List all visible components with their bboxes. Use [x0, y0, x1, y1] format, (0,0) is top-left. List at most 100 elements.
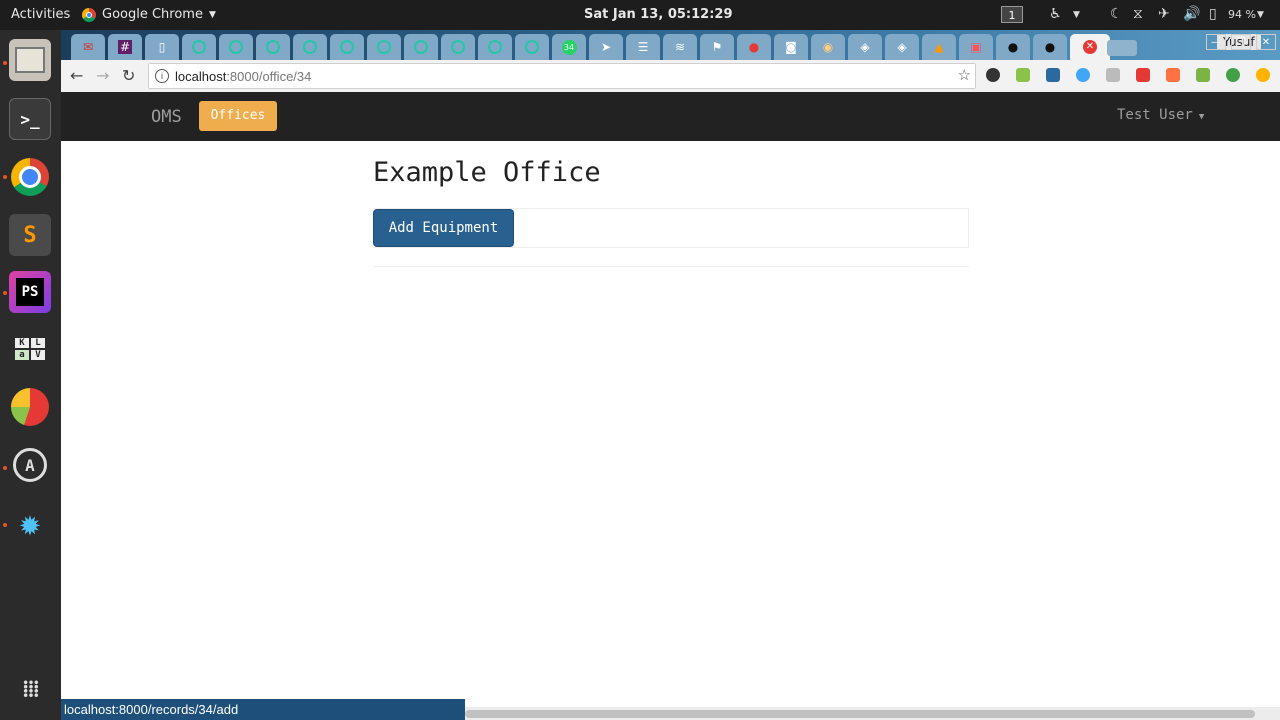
close-window-icon[interactable]: ✕ [1256, 34, 1276, 50]
running-indicator [3, 175, 7, 179]
tab-item[interactable] [330, 34, 364, 60]
extension-icon[interactable] [1136, 68, 1150, 82]
site-icon [340, 40, 354, 54]
info-icon[interactable]: i [155, 69, 169, 83]
palette-icon: ◉ [822, 40, 834, 54]
tab-blank[interactable]: ▯ [145, 34, 179, 60]
tab-item[interactable]: ⚑ [700, 34, 734, 60]
tab-item[interactable] [293, 34, 327, 60]
user-menu-label: Test User [1117, 107, 1193, 123]
tab-whatsapp[interactable]: 34 [552, 34, 586, 60]
address-bar[interactable]: i localhost:8000/office/34 ☆ [148, 63, 976, 89]
tab-item[interactable] [404, 34, 438, 60]
tab-item[interactable]: ➤ [589, 34, 623, 60]
keyboard-layout-icon[interactable]: KL aV [9, 328, 51, 370]
forward-icon[interactable]: → [96, 66, 109, 85]
browser-tab-strip: ✉ # ▯ 34 ➤ ☰ ≋ ⚑ ● ◙ ◉ ◈ ◈ ▲ ▣ ● ● ✕ Yus… [61, 30, 1280, 60]
horizontal-scrollbar[interactable] [465, 707, 1280, 720]
workspace-indicator[interactable]: 1 [1001, 6, 1023, 23]
layers-icon: ◈ [860, 40, 870, 54]
extension-icon[interactable] [1166, 68, 1180, 82]
tab-item[interactable]: ▲ [922, 34, 956, 60]
link-status-bubble: localhost:8000/records/34/add [61, 699, 465, 720]
tab-active[interactable]: ✕ [1070, 34, 1110, 60]
bookmark-star-icon[interactable]: ☆ [958, 66, 971, 84]
app-menu[interactable]: Google Chrome ▼ [82, 7, 216, 22]
tab-item[interactable] [441, 34, 475, 60]
launcher-dock: >_ S PS KL aV A ✹ ⁞⁞⁞ [0, 30, 61, 720]
sublime-text-icon[interactable]: S [9, 214, 51, 256]
tab-item[interactable]: ◙ [774, 34, 808, 60]
grammarly-icon[interactable] [1226, 68, 1240, 82]
tab-item[interactable]: ▣ [959, 34, 993, 60]
layers-icon: ◈ [897, 40, 907, 54]
tab-item[interactable] [478, 34, 512, 60]
url-host: localhost [175, 68, 227, 84]
record-icon: ● [748, 40, 760, 54]
user-menu[interactable]: Test User ▼ [1117, 107, 1204, 123]
running-indicator [3, 291, 7, 295]
reload-icon[interactable]: ↻ [122, 66, 135, 85]
battery-level: 94 % [1228, 8, 1256, 21]
hash-icon: # [117, 40, 133, 54]
accessibility-icon[interactable]: ♿ [1049, 6, 1062, 22]
nav-offices[interactable]: Offices [199, 101, 277, 131]
chevron-down-icon: ▼ [208, 9, 216, 20]
tab-item[interactable]: ☰ [626, 34, 660, 60]
site-icon [229, 40, 243, 54]
network-icon[interactable]: ⧖ [1133, 6, 1143, 22]
system-top-bar: Activities Google Chrome ▼ Sat Jan 13, 0… [0, 0, 1280, 30]
tab-item[interactable] [515, 34, 549, 60]
download-icon[interactable] [1016, 68, 1030, 82]
add-equipment-button[interactable]: Add Equipment [373, 209, 514, 247]
software-updater-icon[interactable]: A [9, 444, 51, 486]
tab-item[interactable]: ◈ [848, 34, 882, 60]
site-icon [266, 40, 280, 54]
extension-icon[interactable] [986, 68, 1000, 82]
tab-item[interactable] [182, 34, 216, 60]
tab-slack[interactable]: # [108, 34, 142, 60]
sync-icon[interactable] [1076, 68, 1090, 82]
battery-icon[interactable]: ▯ [1209, 6, 1217, 22]
back-icon[interactable]: ← [70, 66, 83, 85]
site-icon [192, 40, 206, 54]
phpstorm-icon[interactable]: PS [9, 271, 51, 313]
app-menu-label: Google Chrome [102, 7, 203, 22]
alert-icon[interactable] [1256, 68, 1270, 82]
site-icon [451, 40, 465, 54]
tab-item[interactable] [256, 34, 290, 60]
brand-link[interactable]: OMS [151, 107, 182, 127]
tab-item[interactable]: ◈ [885, 34, 919, 60]
new-tab-button[interactable] [1107, 40, 1137, 56]
laravel-icon: ▣ [970, 40, 982, 54]
flag-icon: ⚑ [711, 40, 723, 54]
app-navbar: OMS Offices Test User ▼ [61, 92, 1280, 141]
clock[interactable]: Sat Jan 13, 05:12:29 [584, 7, 733, 22]
extension-icon[interactable] [1106, 68, 1120, 82]
tab-github[interactable]: ● [996, 34, 1030, 60]
volume-icon[interactable]: 🔊 [1183, 6, 1200, 22]
disk-usage-icon[interactable] [9, 386, 51, 428]
splash-app-icon[interactable]: ✹ [9, 502, 51, 544]
maximize-icon[interactable]: ❐ [1231, 34, 1251, 50]
extension-icon[interactable] [1196, 68, 1210, 82]
tab-item[interactable] [219, 34, 253, 60]
tab-gmail[interactable]: ✉ [71, 34, 105, 60]
tab-item[interactable] [367, 34, 401, 60]
show-applications-icon[interactable]: ⁞⁞⁞ [9, 668, 51, 710]
send-icon: ➤ [600, 40, 612, 54]
tab-item[interactable]: ≋ [663, 34, 697, 60]
minimize-icon[interactable]: — [1206, 34, 1226, 50]
tab-item[interactable]: ● [737, 34, 771, 60]
terminal-icon[interactable]: >_ [9, 98, 51, 140]
activities-button[interactable]: Activities [11, 7, 70, 22]
tab-item[interactable]: ◉ [811, 34, 845, 60]
scrollbar-thumb[interactable] [465, 710, 1255, 718]
chrome-icon[interactable] [9, 156, 51, 198]
extension-icon[interactable] [1046, 68, 1060, 82]
files-icon[interactable] [9, 39, 51, 81]
mountain-icon: ▲ [934, 40, 944, 54]
close-tab-icon[interactable]: ✕ [1083, 40, 1097, 54]
tab-github[interactable]: ● [1033, 34, 1067, 60]
chevron-down-icon[interactable]: ▼ [1257, 10, 1264, 20]
